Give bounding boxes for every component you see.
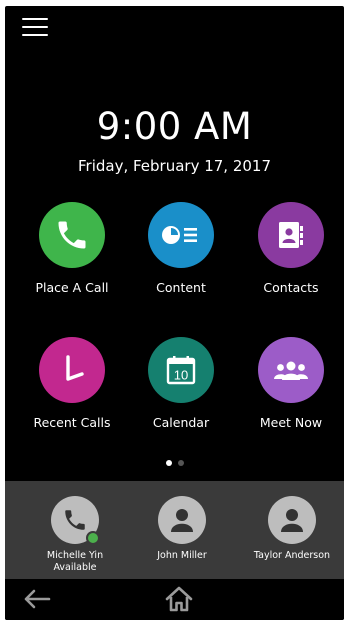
calendar-button[interactable]: 10 Calendar [126,337,236,430]
content-button[interactable]: Content [126,202,236,295]
page-indicator [5,460,344,466]
clock-time: 9:00 AM [96,105,253,148]
contacts-button[interactable]: Contacts [236,202,344,295]
favorite-status: Available [53,562,97,573]
calendar-icon: 10 [148,337,214,403]
clock-date: Friday, February 17, 2017 [77,157,272,175]
place-call-label: Place A Call [35,280,109,295]
hamburger-menu-icon[interactable] [22,18,48,40]
content-share-icon [148,202,214,268]
clock-icon [39,337,105,403]
bottom-navigation [5,579,344,620]
presence-available-indicator [86,531,100,545]
favorite-john-miller[interactable]: John Miller [127,496,237,562]
recent-calls-button[interactable]: Recent Calls [17,337,127,430]
meet-now-button[interactable]: Meet Now [236,337,344,430]
person-icon [158,496,206,544]
group-icon [258,337,324,403]
favorite-name: Michelle Yin [46,550,104,561]
calendar-day-number: 10 [174,368,188,383]
back-arrow-icon[interactable] [22,587,52,615]
meet-now-label: Meet Now [259,415,323,430]
phone-icon [51,496,100,545]
place-call-button[interactable]: Place A Call [17,202,127,295]
device-screen: 9:00 AM Friday, February 17, 2017 Place … [5,6,344,620]
favorite-michelle-yin[interactable]: Michelle Yin Available [20,496,130,574]
page-dot-1[interactable] [165,460,172,466]
recent-calls-label: Recent Calls [33,415,111,430]
home-icon[interactable] [164,585,194,617]
person-icon [268,496,316,544]
favorite-taylor-anderson[interactable]: Taylor Anderson [237,496,344,562]
content-label: Content [156,280,206,295]
favorites-bar: Michelle Yin Available John Miller Taylo… [5,481,344,579]
contacts-label: Contacts [263,280,319,295]
phone-icon [39,202,105,268]
calendar-label: Calendar [152,415,210,430]
favorite-name: Taylor Anderson [253,550,331,561]
page-dot-2[interactable] [177,460,184,466]
contact-card-icon [258,202,324,268]
favorite-name: John Miller [157,550,207,561]
